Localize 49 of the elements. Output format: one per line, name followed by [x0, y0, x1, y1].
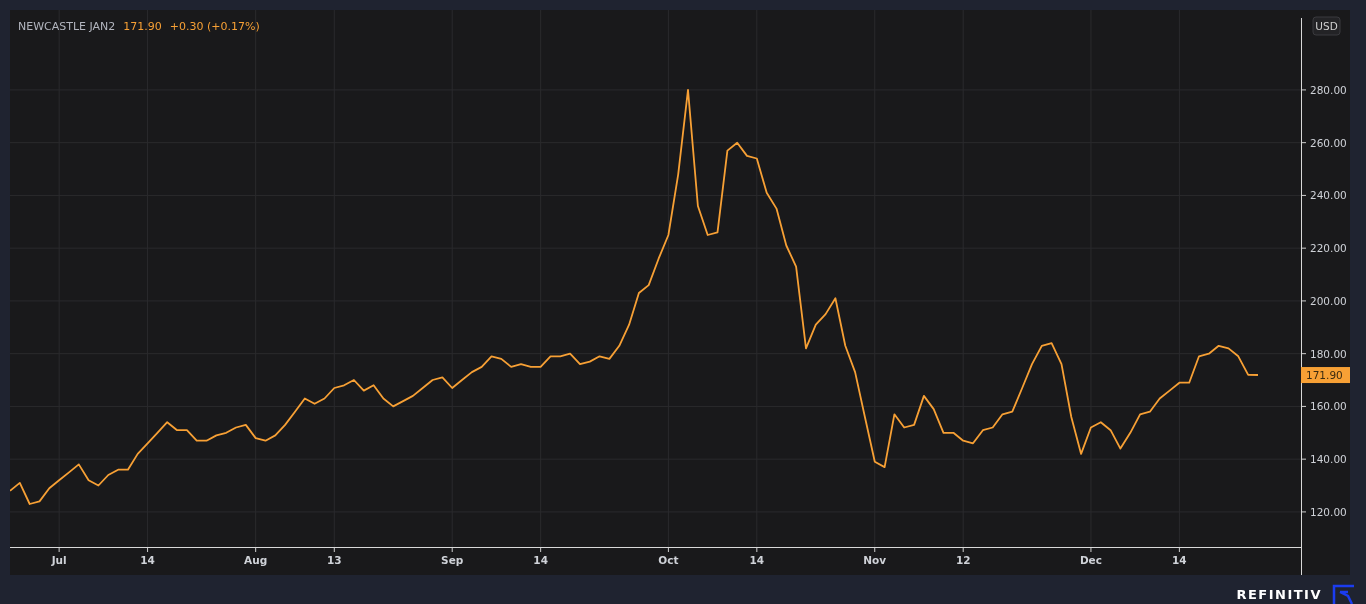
y-axis-label: 240.00: [1310, 189, 1347, 202]
currency-badge[interactable]: USD: [1312, 16, 1341, 36]
y-axis-label: 280.00: [1310, 83, 1347, 96]
y-axis-label: 180.00: [1310, 347, 1347, 360]
tick-mark: [1300, 511, 1307, 513]
tick-mark: [1300, 89, 1307, 91]
tick-mark: [1300, 300, 1307, 302]
x-axis-label: 13: [326, 554, 342, 566]
y-axis-label: 160.00: [1310, 400, 1347, 413]
tick-mark: [1178, 546, 1180, 553]
tick-mark: [333, 546, 335, 553]
y-axis-label: 120.00: [1310, 505, 1347, 518]
x-axis-label: Dec: [1079, 554, 1102, 566]
x-axis-label: 14: [533, 554, 548, 566]
x-axis-label: 14: [1172, 554, 1187, 566]
y-axis-label: 200.00: [1310, 294, 1347, 307]
y-axis-label: 260.00: [1310, 136, 1347, 149]
tick-mark: [962, 546, 964, 553]
tick-mark: [667, 546, 669, 553]
tick-mark: [1300, 458, 1307, 460]
tick-mark: [58, 546, 60, 553]
x-axis-label: 12: [955, 554, 971, 566]
instrument-name: NEWCASTLE JAN2: [18, 20, 116, 33]
tick-mark: [874, 546, 876, 553]
tick-mark: [255, 546, 257, 553]
price-label: 171.90: [1301, 367, 1350, 384]
x-axis-label: Oct: [658, 554, 679, 566]
tick-mark: [1300, 247, 1307, 249]
tick-mark: [451, 546, 453, 553]
tick-mark: [147, 546, 149, 553]
tick-mark: [1090, 546, 1092, 553]
x-axis-label: 14: [749, 554, 765, 566]
tick-mark: [1300, 194, 1307, 196]
tick-mark: [540, 546, 542, 553]
x-axis-label: Aug: [244, 554, 268, 566]
x-axis-label: Nov: [863, 554, 887, 566]
x-axis-label: Jul: [51, 554, 67, 566]
tick-mark: [1300, 142, 1307, 144]
brand-logo-text: REFINITIV: [1236, 587, 1322, 602]
price-change: +0.30 (+0.17%): [169, 20, 260, 33]
tick-mark: [1300, 405, 1307, 407]
y-axis-label: 140.00: [1310, 453, 1347, 466]
x-axis-label: 14: [140, 554, 155, 566]
tick-mark: [1300, 353, 1307, 355]
y-axis-label: 220.00: [1310, 242, 1347, 255]
tick-mark: [756, 546, 758, 553]
last-price: 171.90: [123, 20, 162, 33]
x-axis-label: Sep: [441, 554, 464, 566]
brand-logo-icon: [1332, 584, 1354, 604]
